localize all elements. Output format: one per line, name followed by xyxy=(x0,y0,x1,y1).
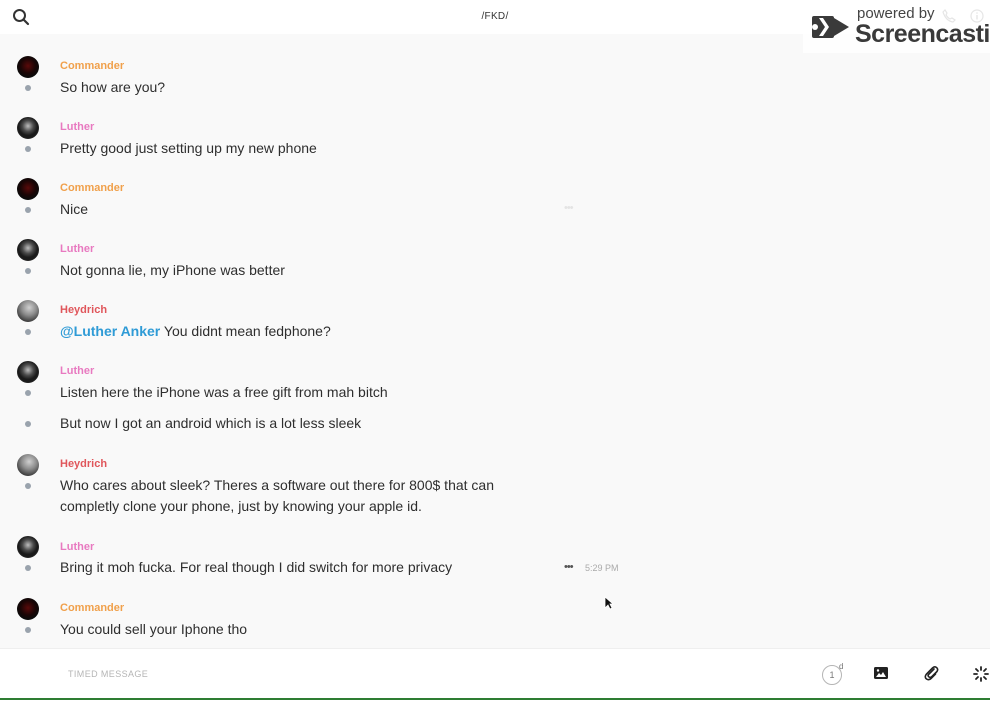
message-text: Listen here the iPhone was a free gift f… xyxy=(60,384,388,400)
status-dot xyxy=(25,421,31,427)
avatar[interactable] xyxy=(17,454,39,476)
message-text: You could sell your Iphone tho xyxy=(60,621,248,637)
author-name[interactable]: Luther xyxy=(60,121,94,133)
message-text: completly clone your phone, just by know… xyxy=(60,498,422,514)
message-text: @Luther Anker You didnt mean fedphone? xyxy=(60,321,331,342)
paperclip-icon[interactable] xyxy=(923,665,939,685)
author-name[interactable]: Heydrich xyxy=(60,304,107,316)
message-composer[interactable]: TIMED MESSAGE 1 d xyxy=(0,648,990,701)
author-name[interactable]: Luther xyxy=(60,541,94,553)
timer-button[interactable]: 1 d xyxy=(822,662,850,685)
avatar[interactable] xyxy=(17,239,39,261)
status-dot xyxy=(25,329,31,335)
author-name[interactable]: Luther xyxy=(60,243,94,255)
timer-unit: d xyxy=(839,662,844,671)
avatar[interactable] xyxy=(17,300,39,322)
user-mention[interactable]: @Luther Anker xyxy=(60,323,160,339)
message-text: Nice xyxy=(60,201,89,217)
status-dot xyxy=(25,627,31,633)
avatar[interactable] xyxy=(17,178,39,200)
avatar[interactable] xyxy=(17,361,39,383)
author-name[interactable]: Commander xyxy=(60,60,124,72)
author-name[interactable]: Commander xyxy=(60,602,124,614)
image-icon[interactable] xyxy=(873,665,889,685)
status-dot xyxy=(25,207,31,213)
avatar[interactable] xyxy=(17,536,39,558)
message-list[interactable]: Commander So how are you? Luther Pretty … xyxy=(0,34,990,648)
status-dot xyxy=(25,390,31,396)
message-text: So how are you? xyxy=(60,79,166,95)
avatar[interactable] xyxy=(17,117,39,139)
message-input[interactable]: TIMED MESSAGE xyxy=(68,669,148,679)
status-dot xyxy=(25,268,31,274)
message-timestamp: 5:29 PM xyxy=(585,563,619,573)
message-text: But now I got an android which is a lot … xyxy=(60,415,362,431)
status-dot xyxy=(25,565,31,571)
message-text: Bring it moh fucka. For real though I di… xyxy=(60,559,453,575)
spinner-icon[interactable] xyxy=(972,665,990,685)
more-icon[interactable]: ••• xyxy=(564,561,574,573)
message-text-body: You didnt mean fedphone? xyxy=(163,323,331,339)
status-dot xyxy=(25,146,31,152)
author-name[interactable]: Luther xyxy=(60,365,94,377)
message-text: Not gonna lie, my iPhone was better xyxy=(60,262,285,278)
author-name[interactable]: Commander xyxy=(60,182,124,194)
author-name[interactable]: Heydrich xyxy=(60,458,107,470)
avatar[interactable] xyxy=(17,598,39,620)
status-dot xyxy=(25,483,31,489)
message-text: Who cares about sleek? Theres a software… xyxy=(60,477,494,493)
cursor-icon xyxy=(604,596,615,610)
more-icon[interactable]: ••• xyxy=(564,202,574,214)
avatar[interactable] xyxy=(17,56,39,78)
message-text: Pretty good just setting up my new phone xyxy=(60,140,317,156)
status-dot xyxy=(25,85,31,91)
